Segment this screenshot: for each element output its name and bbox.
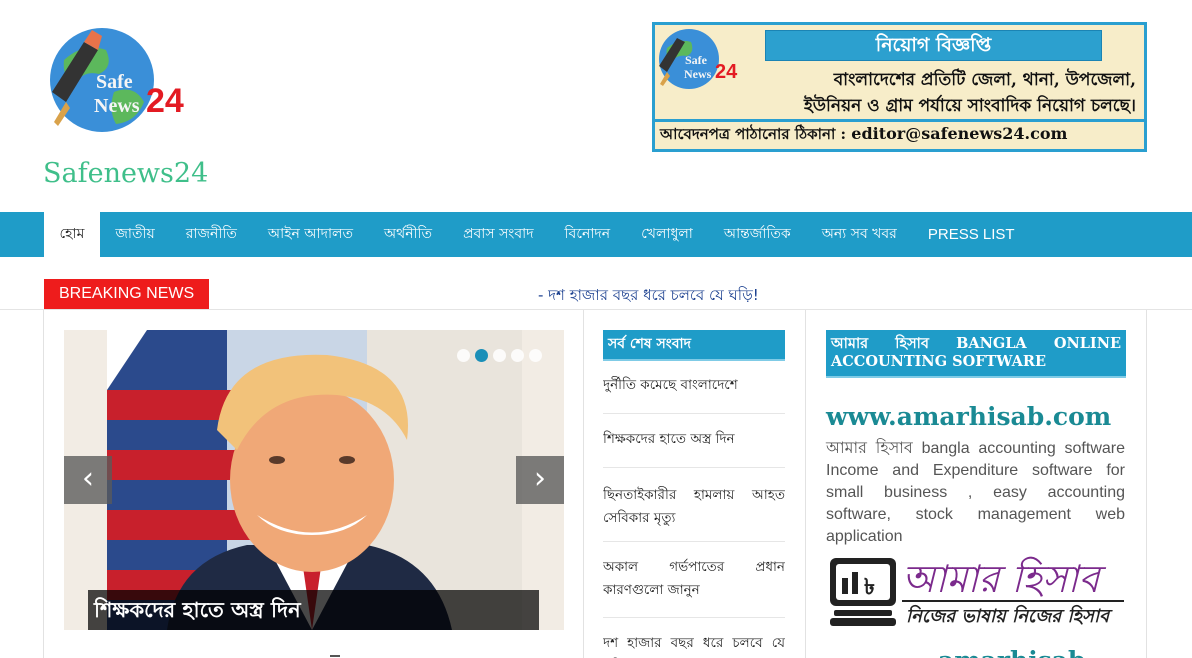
nav-item-international[interactable]: আন্তর্জাতিক (708, 212, 806, 257)
breaking-news-label: BREAKING NEWS (44, 279, 209, 309)
latest-news-item[interactable]: দুর্নীতি কমেছে বাংলাদেশে (603, 362, 785, 414)
slider-prev-button[interactable]: ‹ (64, 456, 112, 504)
slider-image[interactable] (107, 330, 522, 630)
ad-title: নিয়োগ বিজ্ঞপ্তি (765, 30, 1102, 61)
ad-logo: Safe News 24 (659, 29, 738, 89)
nav-item-sports[interactable]: খেলাধুলা (626, 212, 709, 257)
logo-text-news: News (94, 95, 140, 117)
slider-dot[interactable] (529, 349, 542, 362)
slider-dot[interactable] (511, 349, 524, 362)
taka-icon: ৳ (864, 575, 875, 600)
ad-text-line2: ইউনিয়ন ও গ্রাম পর্যায়ে সাংবাদিক নিয়োগ… (803, 96, 1136, 116)
ad-text-line1: বাংলাদেশের প্রতিটি জেলা, থানা, উপজেলা, (833, 70, 1136, 90)
slider-next-button[interactable]: › (516, 456, 564, 504)
latest-news-title: সর্ব শেষ সংবাদ (603, 330, 785, 359)
slider-dot[interactable] (493, 349, 506, 362)
nav-list: হোম জাতীয় রাজনীতি আইন আদালত অর্থনীতি প্… (44, 212, 1030, 257)
software-site-link[interactable]: www.amarhisab.com (826, 402, 1111, 431)
amarhisab-tagline: নিজের ভাষায় নিজের হিসাব (906, 604, 1113, 627)
nav-item-economy[interactable]: অর্থনীতি (369, 212, 448, 257)
nav-item-press-list[interactable]: PRESS LIST (912, 212, 1030, 257)
nav-item-expat-news[interactable]: প্রবাস সংবাদ (448, 212, 549, 257)
logo-text-safe: Safe (96, 71, 133, 93)
breaking-news-ticker[interactable]: - দশ হাজার বছর ধরে চলবে যে ঘড়ি! (538, 284, 759, 309)
nav-item-national[interactable]: জাতীয় (100, 212, 170, 257)
site-logo[interactable]: Safe News 24 (44, 22, 196, 138)
latest-news-item[interactable]: শিক্ষকদের হাতে অস্ত্র দিন (603, 414, 785, 468)
software-site-link-partial[interactable]: amarhisab (938, 646, 1085, 658)
slider-dots (457, 349, 542, 362)
slider-dot[interactable] (457, 349, 470, 362)
latest-news-underline (603, 359, 785, 361)
ad-logo-text-news: News (684, 67, 712, 81)
recruitment-ad-banner[interactable]: Safe News 24 নিয়োগ বিজ্ঞপ্তি বাংলাদেশের… (652, 22, 1147, 152)
logo-text-24: 24 (146, 82, 184, 120)
nav-item-law-court[interactable]: আইন আদালত (252, 212, 368, 257)
main-nav: হোম জাতীয় রাজনীতি আইন আদালত অর্থনীতি প্… (0, 212, 1192, 257)
column-divider (805, 310, 806, 658)
column-divider (583, 310, 584, 658)
chevron-right-icon: › (534, 461, 546, 496)
nav-item-politics[interactable]: রাজনীতি (170, 212, 252, 257)
page: Safe News 24 Safenews24 Safe News 24 নিয… (0, 0, 1192, 658)
ad-text-line3: আবেদনপত্র পাঠানোর ঠিকানা : editor@safene… (660, 123, 1067, 148)
nav-item-other-news[interactable]: অন্য সব খবর (806, 212, 912, 257)
latest-news-item[interactable]: অকাল গর্ভপাতের প্রধান কারণগুলো জানুন (603, 542, 785, 618)
latest-news-item[interactable]: ছিনতাইকারীর হামলায় আহত সেবিকার মৃত্যু (603, 468, 785, 542)
software-description: আমার হিসাব bangla accounting software In… (826, 440, 1125, 545)
nav-item-entertainment[interactable]: বিনোদন (549, 212, 626, 257)
latest-news-list: দুর্নীতি কমেছে বাংলাদেশে শিক্ষকদের হাতে … (603, 362, 785, 658)
slider-caption[interactable]: শিক্ষকদের হাতে অস্ত্র দিন (88, 590, 539, 630)
software-widget-title: আমার হিসাব BANGLA ONLINE ACCOUNTING SOFT… (826, 330, 1126, 376)
ad-logo-text-24: 24 (715, 61, 738, 83)
amarhisab-logo-text: আমার হিসাব (902, 556, 1106, 601)
nav-item-home[interactable]: হোম (44, 212, 100, 257)
site-name-link[interactable]: Safenews24 (43, 158, 208, 189)
latest-news-item[interactable]: দশ হাজার বছর ধরে চলবে যে ঘড়ি! (603, 618, 785, 658)
slider-dot[interactable] (475, 349, 488, 362)
ad-address-label: আবেদনপত্র পাঠানোর ঠিকানা : (660, 125, 852, 143)
amarhisab-logo[interactable]: ৳ আমার হিসাব নিজের ভাষায় নিজের হিসাব (826, 548, 1126, 632)
ad-logo-text-safe: Safe (685, 53, 708, 67)
ad-divider (655, 119, 1144, 122)
chevron-left-icon: ‹ (82, 461, 94, 496)
featured-slider[interactable]: শিক্ষকদের হাতে অস্ত্র দিন ‹ › (64, 330, 564, 630)
software-widget-underline (826, 376, 1126, 378)
divider-mark (330, 655, 340, 657)
ad-email: editor@safenews24.com (851, 124, 1068, 143)
